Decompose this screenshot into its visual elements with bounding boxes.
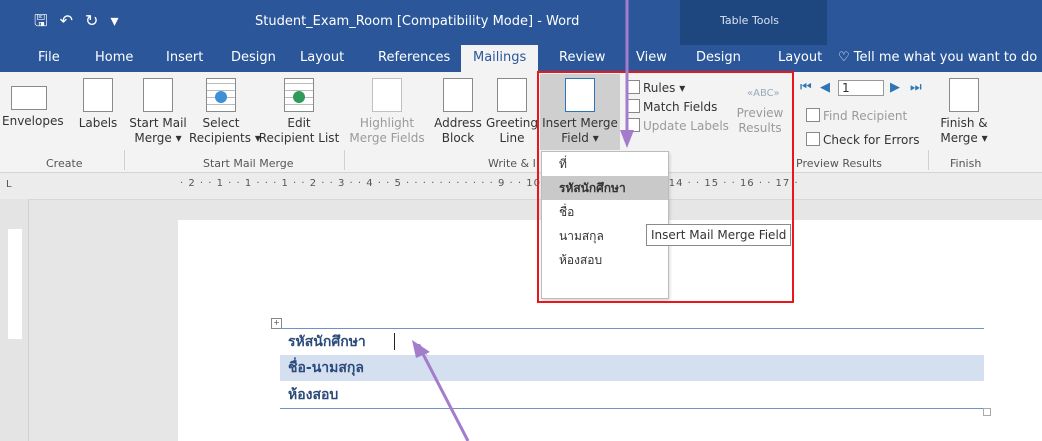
annotation-arrows bbox=[412, 0, 634, 441]
arrow-down-head bbox=[620, 130, 634, 148]
arrow-up bbox=[420, 351, 470, 441]
